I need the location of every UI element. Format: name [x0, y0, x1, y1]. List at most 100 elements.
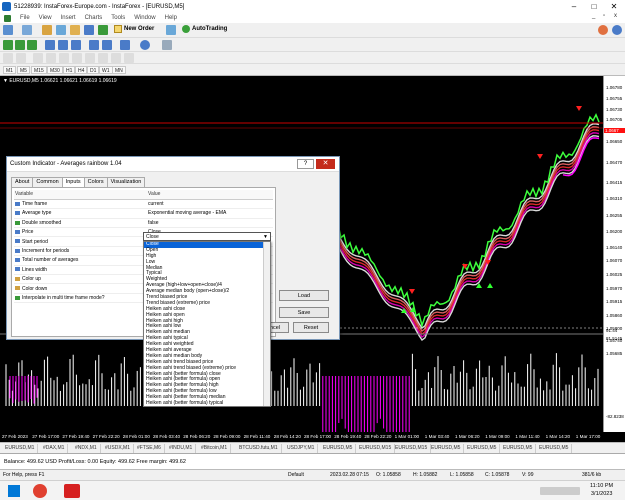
new-order-button[interactable]: New Order [114, 25, 154, 33]
crosshair-icon[interactable] [16, 53, 26, 63]
clock-time[interactable]: 11:10 PM [590, 483, 613, 489]
horizontal-line-icon[interactable] [46, 53, 56, 63]
chart-tab[interactable]: #NDX,M1 [72, 444, 101, 453]
dropdown-scrollbar[interactable] [263, 242, 270, 406]
tf-mn[interactable]: MN [112, 66, 126, 74]
start-icon[interactable] [8, 485, 20, 497]
param-row[interactable]: Double smoothed false [14, 218, 273, 229]
load-button[interactable]: Load [279, 290, 329, 301]
chart-tab[interactable]: EURUSD,M5 [428, 444, 465, 453]
mdi-restore-button[interactable]: ▫ [603, 13, 605, 19]
indicators-icon[interactable] [120, 40, 130, 50]
chart-tab[interactable]: #INDU,M1 [166, 444, 197, 453]
price-select[interactable]: Close ▼ [143, 232, 271, 241]
trendline-icon[interactable] [59, 53, 69, 63]
autotrading-button[interactable]: AutoTrading [182, 25, 227, 33]
mdi-minimize-button[interactable]: _ [592, 13, 595, 19]
param-value[interactable]: false [147, 218, 273, 229]
menu-file[interactable]: File [20, 15, 30, 21]
line-chart-icon[interactable] [27, 40, 37, 50]
chart-tab[interactable]: EURUSD,M1 [2, 444, 39, 453]
reset-button[interactable]: Reset [293, 322, 329, 333]
menu-insert[interactable]: Insert [61, 15, 76, 21]
fibonacci-icon[interactable] [85, 53, 95, 63]
chart-tab[interactable]: EURUSD,M15 [392, 444, 432, 453]
tab-inputs[interactable]: Inputs [61, 177, 85, 187]
community-icon[interactable] [612, 25, 622, 35]
bar-chart-icon[interactable] [3, 40, 13, 50]
zoom-out-icon[interactable] [58, 40, 68, 50]
tf-d1[interactable]: D1 [87, 66, 100, 74]
mdi-close-button[interactable]: x [614, 13, 617, 19]
tab-common[interactable]: Common [32, 177, 63, 187]
chart-tab[interactable]: EURUSD,M5 [320, 444, 357, 453]
chart-tab[interactable]: #FTSE,M6 [134, 444, 165, 453]
param-row[interactable]: Time frame current [14, 199, 273, 210]
clock-date[interactable]: 3/1/2023 [591, 491, 612, 497]
profiles-icon[interactable] [22, 25, 32, 35]
tf-h1[interactable]: H1 [63, 66, 76, 74]
tab-visualization[interactable]: Visualization [106, 177, 146, 187]
param-row[interactable]: Average type Exponential moving average -… [14, 208, 273, 219]
terminal-icon[interactable] [84, 25, 94, 35]
browser-icon[interactable] [33, 484, 47, 498]
menu-charts[interactable]: Charts [85, 15, 103, 21]
metaeditor-icon[interactable] [166, 25, 176, 35]
metatrader-task-icon[interactable] [64, 484, 80, 498]
menu-view[interactable]: View [39, 15, 52, 21]
vertical-line-icon[interactable] [33, 53, 43, 63]
save-button[interactable]: Save [279, 307, 329, 318]
arrows-icon[interactable] [124, 53, 134, 63]
text-label-icon[interactable] [111, 53, 121, 63]
periods-icon[interactable] [140, 40, 150, 50]
channel-icon[interactable] [72, 53, 82, 63]
market-watch-icon[interactable] [42, 25, 52, 35]
dialog-title: Custom Indicator - Averages rainbow 1.04 [10, 161, 122, 167]
navigator-icon[interactable] [70, 25, 80, 35]
templates-icon[interactable] [162, 40, 172, 50]
autoscroll-icon[interactable] [89, 40, 99, 50]
tf-h4[interactable]: H4 [75, 66, 88, 74]
chart-tab[interactable]: EURUSD,M5 [536, 444, 573, 453]
close-window-button[interactable]: ✕ [604, 0, 624, 13]
chart-tab[interactable]: USDJPY,M1 [284, 444, 319, 453]
minimize-button[interactable]: – [564, 0, 584, 13]
tile-windows-icon[interactable] [71, 40, 81, 50]
chart-tab[interactable]: #Bitcoin,M1 [198, 444, 232, 453]
tf-m5[interactable]: M5 [17, 66, 30, 74]
zoom-in-icon[interactable] [45, 40, 55, 50]
param-label: Time frame [22, 201, 48, 208]
chart-tab[interactable]: BTCUSD.futu,M1 [236, 444, 282, 453]
dialog-help-button[interactable]: ? [297, 159, 314, 169]
tab-colors[interactable]: Colors [83, 177, 108, 187]
param-value[interactable]: Exponential moving average - EMA [147, 208, 273, 219]
chart-tab[interactable]: EURUSD,M15 [356, 444, 396, 453]
search-icon[interactable] [598, 25, 608, 35]
tester-icon[interactable] [98, 25, 108, 35]
menu-help[interactable]: Help [165, 15, 177, 21]
maximize-button[interactable]: □ [584, 0, 604, 13]
tab-about[interactable]: About [11, 177, 34, 187]
new-chart-icon[interactable] [3, 25, 13, 35]
tf-m30[interactable]: M30 [47, 66, 63, 74]
tf-m1[interactable]: M1 [3, 66, 16, 74]
chart-tab[interactable]: EURUSD,M5 [464, 444, 501, 453]
tray-icons[interactable] [540, 487, 580, 495]
candlesticks-icon[interactable] [15, 40, 25, 50]
param-type-icon [15, 295, 20, 300]
menu-window[interactable]: Window [134, 15, 155, 21]
price-label: 1.05685 [606, 351, 623, 356]
menu-tools[interactable]: Tools [111, 15, 125, 21]
chart-tab[interactable]: #DAX,M1 [40, 444, 69, 453]
chart-tab[interactable]: EURUSD,M5 [500, 444, 537, 453]
dialog-close-button[interactable]: ✕ [316, 159, 335, 169]
param-value[interactable]: current [147, 199, 273, 210]
chart-tab[interactable]: #USDX,M1 [102, 444, 135, 453]
data-window-icon[interactable] [56, 25, 66, 35]
new-order-icon [114, 25, 122, 33]
text-icon[interactable] [98, 53, 108, 63]
tf-m15[interactable]: M15 [31, 66, 47, 74]
chart-shift-icon[interactable] [102, 40, 112, 50]
tf-w1[interactable]: W1 [99, 66, 113, 74]
cursor-icon[interactable] [3, 53, 13, 63]
